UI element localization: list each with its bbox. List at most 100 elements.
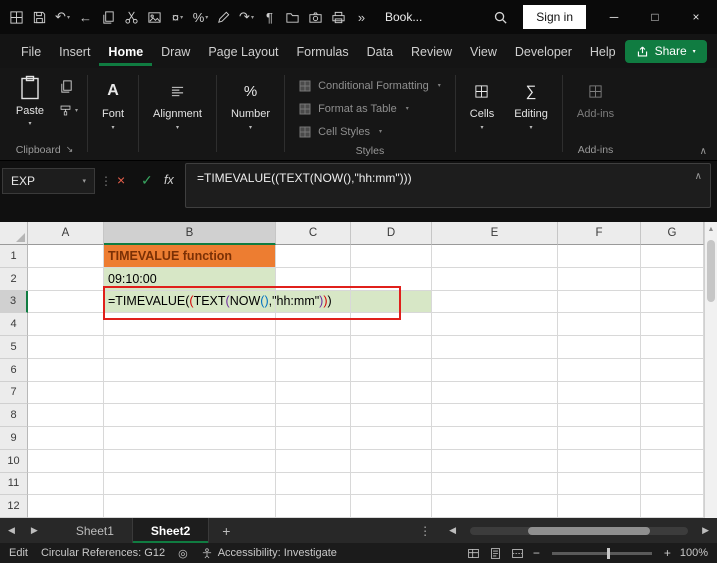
cell-G4[interactable]	[641, 313, 704, 336]
cell-B8[interactable]	[104, 404, 276, 427]
cell-B7[interactable]	[104, 381, 276, 405]
cell-D10[interactable]	[351, 449, 432, 473]
cell-C6[interactable]	[276, 358, 351, 382]
row-header-9[interactable]: 9	[0, 427, 28, 450]
cell-D1[interactable]	[351, 245, 432, 268]
cell-C1[interactable]	[276, 245, 351, 268]
paste-button[interactable]: Paste ▾	[6, 73, 54, 141]
cell-A8[interactable]	[28, 404, 104, 427]
cell-D8[interactable]	[351, 404, 432, 427]
collapse-formula-bar-icon[interactable]: ∧	[695, 171, 702, 182]
sign-in-button[interactable]: Sign in	[523, 5, 586, 29]
select-all-corner[interactable]	[0, 222, 28, 245]
conditional-formatting-button[interactable]: Conditional Formatting ▾	[299, 74, 441, 97]
cell-G11[interactable]	[641, 472, 704, 496]
sheet-tab-sheet2[interactable]: Sheet2	[132, 518, 210, 543]
cell-A10[interactable]	[28, 449, 104, 473]
cell-B5[interactable]	[104, 336, 276, 359]
cell-E11[interactable]	[432, 472, 558, 496]
cell-C4[interactable]	[276, 313, 351, 336]
tab-home[interactable]: Home	[99, 36, 152, 66]
cell-E5[interactable]	[432, 336, 558, 359]
cell-D3[interactable]	[351, 290, 432, 314]
cell-E4[interactable]	[432, 313, 558, 336]
cell-G5[interactable]	[641, 336, 704, 359]
camera-button[interactable]	[304, 5, 327, 29]
cell-F8[interactable]	[558, 404, 641, 427]
tab-file[interactable]: File	[12, 36, 50, 66]
cell-F10[interactable]	[558, 449, 641, 473]
cell-G1[interactable]	[641, 245, 704, 268]
cell-F4[interactable]	[558, 313, 641, 336]
more-options-icon[interactable]: ⋮	[409, 524, 441, 538]
row-header-11[interactable]: 11	[0, 472, 28, 496]
ribbon-group-font[interactable]: A Font ▾	[92, 73, 134, 158]
cell-G3[interactable]	[641, 290, 704, 314]
tab-view[interactable]: View	[461, 36, 506, 66]
row-header-12[interactable]: 12	[0, 495, 28, 518]
cell-D9[interactable]	[351, 427, 432, 450]
name-box[interactable]: EXP ▾	[2, 168, 95, 194]
hscroll-left-icon[interactable]: ◀	[441, 525, 464, 536]
tab-insert[interactable]: Insert	[50, 36, 99, 66]
cell-G12[interactable]	[641, 495, 704, 518]
sheet-nav-left-icon[interactable]: ◀	[0, 525, 23, 536]
tab-review[interactable]: Review	[402, 36, 461, 66]
pencil-button[interactable]	[212, 5, 235, 29]
column-header-B[interactable]: B	[104, 222, 276, 245]
cell-B1[interactable]: TIMEVALUE function	[104, 245, 276, 268]
cell-A7[interactable]	[28, 381, 104, 405]
back-button[interactable]: ←	[74, 5, 97, 29]
cell-C9[interactable]	[276, 427, 351, 450]
cell-B4[interactable]	[104, 313, 276, 336]
macro-record-icon[interactable]: ◎	[178, 547, 188, 560]
tab-data[interactable]: Data	[358, 36, 402, 66]
confirm-entry-button[interactable]: ✓	[141, 172, 153, 189]
normal-view-icon[interactable]	[467, 547, 480, 560]
cell-B11[interactable]	[104, 472, 276, 496]
vertical-scroll-thumb[interactable]	[707, 240, 715, 302]
cell-C2[interactable]	[276, 267, 351, 291]
cell-F2[interactable]	[558, 267, 641, 291]
cell-B10[interactable]	[104, 449, 276, 473]
cell-C7[interactable]	[276, 381, 351, 405]
cell-B3[interactable]: =TIMEVALUE((TEXT(NOW(), "hh:mm")))	[104, 290, 332, 314]
horizontal-scroll-thumb[interactable]	[528, 526, 651, 535]
cell-E10[interactable]	[432, 449, 558, 473]
cell-G9[interactable]	[641, 427, 704, 450]
zoom-in-button[interactable]: +	[664, 546, 671, 560]
cut-button[interactable]	[120, 5, 143, 29]
tab-developer[interactable]: Developer	[506, 36, 581, 66]
horizontal-scrollbar[interactable]	[470, 526, 689, 535]
sheet-nav-right-icon[interactable]: ▶	[23, 525, 46, 536]
zoom-slider-thumb[interactable]	[606, 547, 610, 559]
format-painter-button[interactable]: ▾	[59, 104, 78, 117]
share-button[interactable]: Share ▾	[624, 39, 707, 63]
vertical-scrollbar[interactable]: ▲	[704, 222, 717, 518]
cell-D4[interactable]	[351, 313, 432, 336]
cell-E8[interactable]	[432, 404, 558, 427]
cell-B12[interactable]	[104, 495, 276, 518]
cell-C5[interactable]	[276, 336, 351, 359]
cell-E1[interactable]	[432, 245, 558, 268]
copy-button[interactable]	[59, 79, 78, 94]
cancel-entry-button[interactable]: ×	[117, 172, 125, 188]
row-header-6[interactable]: 6	[0, 358, 28, 382]
cell-A6[interactable]	[28, 358, 104, 382]
cell-A2[interactable]	[28, 267, 104, 291]
circular-references[interactable]: Circular References: G12	[41, 547, 165, 559]
column-header-G[interactable]: G	[641, 222, 704, 245]
undo-button[interactable]: ↶ ▾	[51, 5, 74, 29]
cell-C11[interactable]	[276, 472, 351, 496]
ribbon-group-alignment[interactable]: Alignment ▾	[143, 73, 212, 158]
row-header-2[interactable]: 2	[0, 267, 28, 291]
cell-G7[interactable]	[641, 381, 704, 405]
ribbon-group-number[interactable]: % Number ▾	[221, 73, 280, 158]
cell-A9[interactable]	[28, 427, 104, 450]
cell-G10[interactable]	[641, 449, 704, 473]
redo-button[interactable]: ↷ ▾	[235, 5, 258, 29]
cell-C12[interactable]	[276, 495, 351, 518]
cell-F5[interactable]	[558, 336, 641, 359]
search-icon[interactable]	[493, 10, 508, 25]
cell-E9[interactable]	[432, 427, 558, 450]
